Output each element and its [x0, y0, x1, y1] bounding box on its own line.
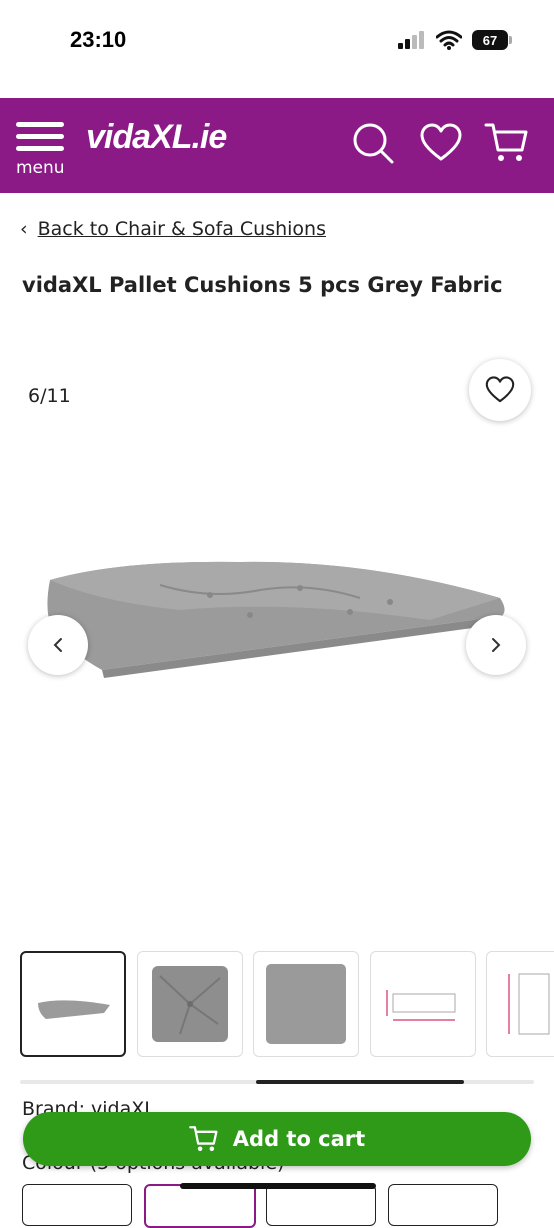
thumbnail-scrollbar[interactable] [20, 1080, 534, 1084]
colour-option[interactable] [266, 1184, 376, 1226]
colour-option[interactable] [388, 1184, 498, 1226]
image-counter: 6/11 [28, 385, 71, 407]
thumbnail[interactable] [253, 951, 359, 1057]
product-title: vidaXL Pallet Cushions 5 pcs Grey Fabric [22, 273, 503, 297]
cart-icon[interactable] [484, 120, 530, 166]
status-time: 23:10 [70, 27, 127, 52]
signal-icon [398, 31, 424, 49]
colour-option[interactable] [144, 1184, 256, 1228]
thumbnail-image [386, 990, 456, 1021]
cart-icon [188, 1126, 218, 1152]
thumbnail-strip [20, 951, 554, 1059]
breadcrumb-link[interactable]: Back to Chair & Sofa Cushions [38, 218, 326, 240]
scrollbar-thumb[interactable] [256, 1080, 464, 1084]
next-image-button[interactable] [466, 615, 526, 675]
menu-button[interactable]: menu [16, 122, 66, 178]
chevron-left-icon: ‹ [20, 218, 28, 240]
breadcrumb[interactable]: ‹ Back to Chair & Sofa Cushions [20, 218, 326, 240]
chevron-right-icon [492, 638, 501, 652]
thumbnail[interactable] [20, 951, 126, 1057]
thumbnail-image [266, 964, 346, 1044]
thumbnail[interactable] [486, 951, 554, 1057]
home-indicator [180, 1183, 376, 1189]
thumbnail[interactable] [137, 951, 243, 1057]
add-to-cart-label: Add to cart [232, 1127, 366, 1151]
vidaxl-logo[interactable]: vidaXL.ie [86, 118, 227, 157]
colour-option[interactable] [22, 1184, 132, 1226]
battery-indicator: 67 [472, 30, 512, 50]
wifi-icon [436, 30, 462, 50]
search-icon[interactable] [350, 120, 396, 166]
heart-icon[interactable] [418, 120, 464, 166]
product-image-cushion[interactable] [40, 540, 520, 680]
wishlist-button[interactable] [469, 359, 531, 421]
thumbnail-image [152, 966, 228, 1042]
thumbnail[interactable] [370, 951, 476, 1057]
previous-image-button[interactable] [28, 615, 88, 675]
site-header: menu vidaXL.ie [0, 98, 554, 193]
add-to-cart-button[interactable]: Add to cart [23, 1112, 531, 1166]
thumbnail-image [508, 973, 550, 1035]
heart-icon [485, 376, 515, 403]
thumbnail-image [38, 1000, 110, 1019]
menu-label: menu [16, 158, 65, 178]
chevron-left-icon [53, 638, 62, 652]
status-icons: 67 [398, 30, 512, 50]
status-bar: 23:10 67 [0, 0, 554, 98]
